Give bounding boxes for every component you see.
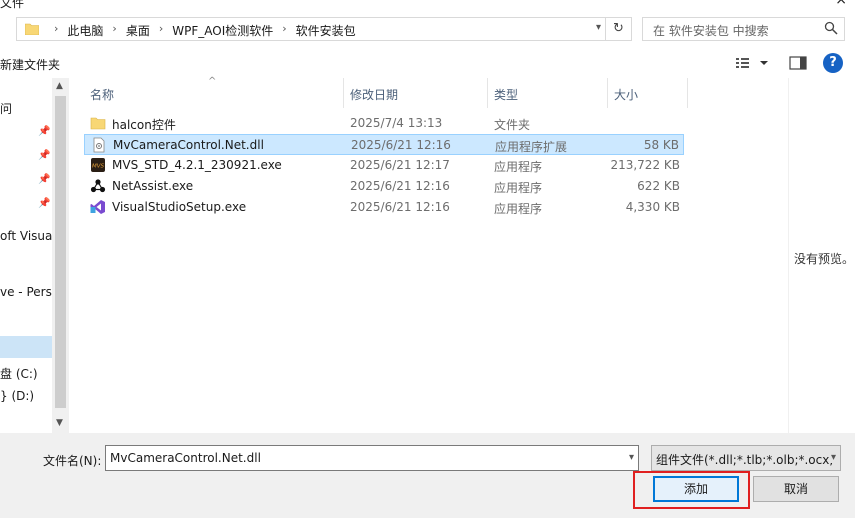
refresh-icon: ↻ xyxy=(613,21,624,36)
filter-value: 组件文件(*.dll;*.tlb;*.olb;*.ocx; xyxy=(656,453,834,467)
file-row-halcon[interactable]: halcon控件 2025/7/4 13:13 文件夹 xyxy=(84,113,684,134)
preview-pane-icon[interactable] xyxy=(789,55,807,71)
help-icon[interactable]: ? xyxy=(823,53,843,73)
pin-icon: 📌 xyxy=(38,150,51,161)
file-type: 应用程序扩展 xyxy=(495,140,568,154)
filename-input[interactable]: MvCameraControl.Net.dll ▾ xyxy=(105,445,639,471)
folder-icon xyxy=(90,117,106,130)
netassist-icon xyxy=(90,179,106,193)
filename-value[interactable]: MvCameraControl.Net.dll xyxy=(110,451,261,465)
column-header-type[interactable]: 类型 xyxy=(488,78,608,108)
column-header-size[interactable]: 大小 xyxy=(608,78,688,108)
file-name: NetAssist.exe xyxy=(112,179,194,193)
file-row-netassist[interactable]: NetAssist.exe 2025/6/21 12:16 应用程序 622 K… xyxy=(84,176,684,197)
breadcrumb-separator[interactable]: › xyxy=(112,22,116,35)
search-box[interactable]: 在 软件安装包 中搜索 xyxy=(642,17,845,41)
column-header-label: 大小 xyxy=(614,88,639,102)
file-date: 2025/6/21 12:16 xyxy=(351,138,451,152)
nav-item-onedrive[interactable]: ve - Perso xyxy=(0,285,59,299)
file-size: 622 KB xyxy=(637,179,680,193)
file-type: 应用程序 xyxy=(494,181,543,195)
pin-icon: 📌 xyxy=(38,174,51,185)
breadcrumb-item-project[interactable]: WPF_AOI检测软件 xyxy=(172,22,273,39)
file-name: halcon控件 xyxy=(112,118,176,132)
file-date: 2025/6/21 12:17 xyxy=(350,158,450,172)
window-title: 文件 xyxy=(0,0,25,10)
breadcrumb-separator[interactable]: › xyxy=(282,22,286,35)
folder-icon xyxy=(25,23,39,35)
pin-icon: 📌 xyxy=(38,126,51,137)
column-header-name[interactable]: 名称 xyxy=(84,78,344,108)
svg-text:MVS: MVS xyxy=(92,164,105,170)
chevron-down-icon[interactable]: ▾ xyxy=(629,452,634,463)
breadcrumb-separator[interactable]: › xyxy=(159,22,163,35)
file-name: VisualStudioSetup.exe xyxy=(112,200,247,214)
nav-scrollbar[interactable]: ▲ ▼ xyxy=(52,78,69,433)
nav-selected-highlight xyxy=(0,336,52,358)
preview-pane: 没有预览。 xyxy=(788,78,855,433)
file-date: 2025/6/21 12:16 xyxy=(350,179,450,193)
breadcrumb-separator: › xyxy=(54,22,59,35)
search-icon[interactable] xyxy=(824,21,838,35)
nav-item-visual-studio[interactable]: oft Visual xyxy=(0,229,56,243)
toolbar: 新建文件夹 ? xyxy=(0,48,855,78)
address-row: › 此电脑 › 桌面 › WPF_AOI检测软件 › 软件安装包 ▾ ↻ 在 软件安装包 中搜… xyxy=(0,10,855,48)
preview-message: 没有预览。 xyxy=(794,252,855,266)
chevron-down-icon[interactable]: ▾ xyxy=(828,452,836,463)
breadcrumb-item-current[interactable]: 软件安装包 xyxy=(296,22,356,39)
pin-icon: 📌 xyxy=(38,198,51,209)
file-size: 213,722 KB xyxy=(610,158,680,172)
file-size: 4,330 KB xyxy=(625,200,680,214)
file-date: 2025/7/4 13:13 xyxy=(350,116,443,130)
scroll-up-icon[interactable]: ▲ xyxy=(56,81,63,91)
breadcrumb-item-this-pc[interactable]: 此电脑 xyxy=(67,22,103,39)
file-type: 应用程序 xyxy=(494,202,543,216)
column-header-label: 类型 xyxy=(494,88,519,102)
breadcrumb-item-desktop[interactable]: 桌面 xyxy=(126,22,150,39)
view-options-icon[interactable] xyxy=(735,55,771,71)
column-header-date[interactable]: 修改日期 xyxy=(344,78,488,108)
nav-item-drive-d[interactable]: } (D:) xyxy=(0,389,34,403)
file-name: MvCameraControl.Net.dll xyxy=(113,138,264,152)
column-header-label: 修改日期 xyxy=(350,88,399,102)
add-button[interactable]: 添加 xyxy=(653,476,739,502)
breadcrumb: › 此电脑 › 桌面 › WPF_AOI检测软件 › 软件安装包 xyxy=(45,22,356,39)
refresh-button[interactable]: ↻ xyxy=(606,17,632,41)
file-date: 2025/6/21 12:16 xyxy=(350,200,450,214)
dll-icon xyxy=(93,137,105,153)
title-bar: 文件 × xyxy=(0,0,855,10)
address-bar[interactable]: › 此电脑 › 桌面 › WPF_AOI检测软件 › 软件安装包 ▾ xyxy=(16,17,606,41)
scrollbar-thumb[interactable] xyxy=(55,96,66,408)
file-name: MVS_STD_4.2.1_230921.exe xyxy=(112,158,282,172)
file-row-visualstudio[interactable]: VisualStudioSetup.exe 2025/6/21 12:16 应用… xyxy=(84,197,684,218)
file-row-mvs[interactable]: MVS MVS_STD_4.2.1_230921.exe 2025/6/21 1… xyxy=(84,155,684,176)
cancel-button[interactable]: 取消 xyxy=(753,476,839,502)
scroll-down-icon[interactable]: ▼ xyxy=(56,418,63,428)
close-icon[interactable]: × xyxy=(835,0,847,8)
new-folder-button[interactable]: 新建文件夹 xyxy=(0,56,60,73)
filename-label: 文件名(N): xyxy=(43,454,102,468)
chevron-down-icon[interactable]: ▾ xyxy=(596,22,601,33)
search-input[interactable]: 在 软件安装包 中搜索 xyxy=(653,22,769,39)
visual-studio-icon xyxy=(90,200,105,214)
file-size: 58 KB xyxy=(643,138,679,152)
column-header-label: 名称 xyxy=(90,88,115,102)
nav-item-drive-c[interactable]: 盘 (C:) xyxy=(0,365,38,382)
mvs-icon: MVS xyxy=(91,158,105,172)
file-row-mvcameracontrol[interactable]: MvCameraControl.Net.dll 2025/6/21 12:16 … xyxy=(84,134,684,155)
file-type: 应用程序 xyxy=(494,160,543,174)
dialog-footer: 文件名(N): MvCameraControl.Net.dll ▾ 组件文件(*… xyxy=(0,433,855,518)
file-type: 文件夹 xyxy=(494,118,531,132)
file-list: ^ 名称 修改日期 类型 大小 halcon控件 2025/7/4 13:13 … xyxy=(70,76,788,433)
file-type-filter[interactable]: 组件文件(*.dll;*.tlb;*.olb;*.ocx; ▾ xyxy=(651,445,841,471)
nav-item[interactable]: 问 xyxy=(0,100,12,117)
